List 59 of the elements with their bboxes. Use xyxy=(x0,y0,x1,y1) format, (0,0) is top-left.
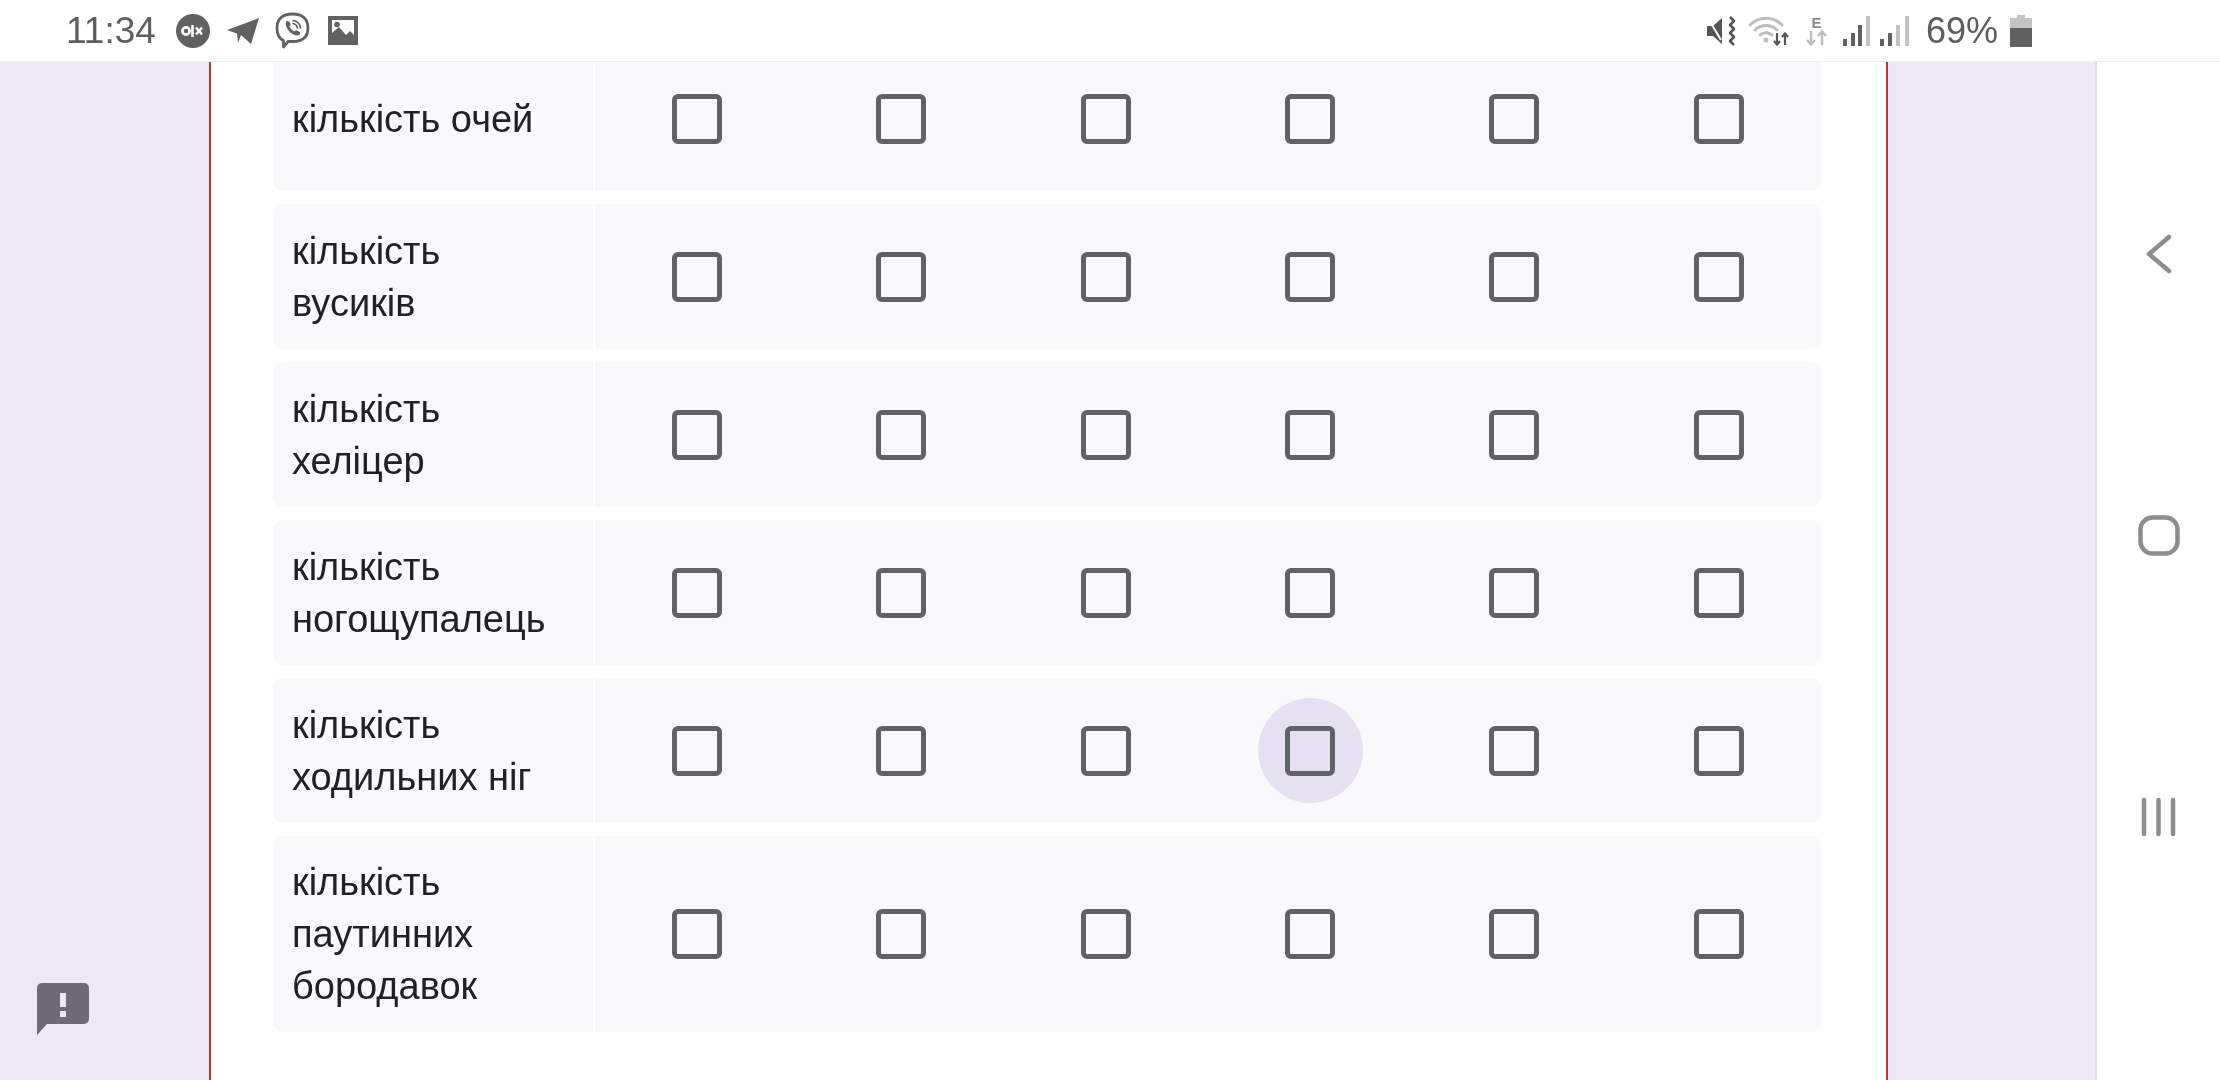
checkbox[interactable] xyxy=(1285,93,1336,144)
checkbox[interactable] xyxy=(876,409,927,460)
signal-icon xyxy=(1879,15,1909,46)
checkbox[interactable] xyxy=(672,251,723,302)
speaker-vibrate-icon xyxy=(1704,14,1737,47)
checkbox[interactable] xyxy=(1489,251,1540,302)
data-arrows-icon xyxy=(1804,30,1828,46)
checkbox[interactable] xyxy=(876,725,927,776)
row-label: кількість очей xyxy=(292,96,534,142)
checkbox[interactable] xyxy=(672,909,723,959)
row-label: кількість паутинних бородавок xyxy=(292,860,479,1009)
checkbox[interactable] xyxy=(672,567,723,618)
checkbox[interactable] xyxy=(1693,909,1744,959)
checkbox[interactable] xyxy=(1080,409,1131,460)
checkbox[interactable] xyxy=(1285,409,1336,460)
checkbox[interactable] xyxy=(1489,409,1540,460)
row-label: кількість ходильних ніг xyxy=(292,702,533,800)
checkbox[interactable] xyxy=(1693,725,1744,776)
wifi-icon xyxy=(1747,15,1790,46)
checkbox[interactable] xyxy=(1080,725,1131,776)
checkbox[interactable] xyxy=(1693,93,1744,144)
checkbox[interactable] xyxy=(1285,251,1336,302)
checkbox[interactable] xyxy=(1693,409,1744,460)
checkbox[interactable] xyxy=(1693,251,1744,302)
checkbox[interactable] xyxy=(1285,909,1336,959)
checkbox[interactable] xyxy=(876,567,927,618)
checkbox[interactable] xyxy=(876,93,927,144)
feedback-icon[interactable] xyxy=(37,983,89,1035)
checkbox[interactable] xyxy=(672,725,723,776)
row-label: кількість хеліцер xyxy=(292,386,442,484)
back-icon[interactable] xyxy=(2144,234,2173,274)
recent-apps-icon[interactable] xyxy=(2140,797,2177,837)
checkbox[interactable] xyxy=(1693,567,1744,618)
checkbox[interactable] xyxy=(876,251,927,302)
checkbox[interactable] xyxy=(1489,909,1540,959)
checkbox[interactable] xyxy=(1489,725,1540,776)
phone-bubble-icon xyxy=(274,12,310,49)
network-type: E xyxy=(1811,15,1822,30)
row-label: кількість ногощупалець xyxy=(292,544,547,642)
battery-icon xyxy=(2010,14,2032,47)
checkbox[interactable] xyxy=(672,409,723,460)
checkbox[interactable] xyxy=(876,909,927,959)
home-icon[interactable] xyxy=(2137,515,2180,556)
battery-percent: 69% xyxy=(1925,12,1998,49)
checkbox[interactable] xyxy=(1080,93,1131,144)
checkbox[interactable] xyxy=(1489,93,1540,144)
checkbox[interactable] xyxy=(672,93,723,144)
checkbox[interactable] xyxy=(1489,567,1540,618)
row-label: кількість вусиків xyxy=(292,228,442,326)
checkbox[interactable] xyxy=(1080,909,1131,959)
clock-time: 11:34 xyxy=(66,12,156,49)
checkbox[interactable] xyxy=(1285,725,1336,776)
signal-icon xyxy=(1842,15,1870,46)
checkbox[interactable] xyxy=(1285,567,1336,618)
checkbox[interactable] xyxy=(1080,567,1131,618)
checkbox[interactable] xyxy=(1080,251,1131,302)
image-icon xyxy=(327,16,358,45)
paper-plane-icon xyxy=(225,16,260,45)
circle-logo-icon xyxy=(175,13,210,48)
